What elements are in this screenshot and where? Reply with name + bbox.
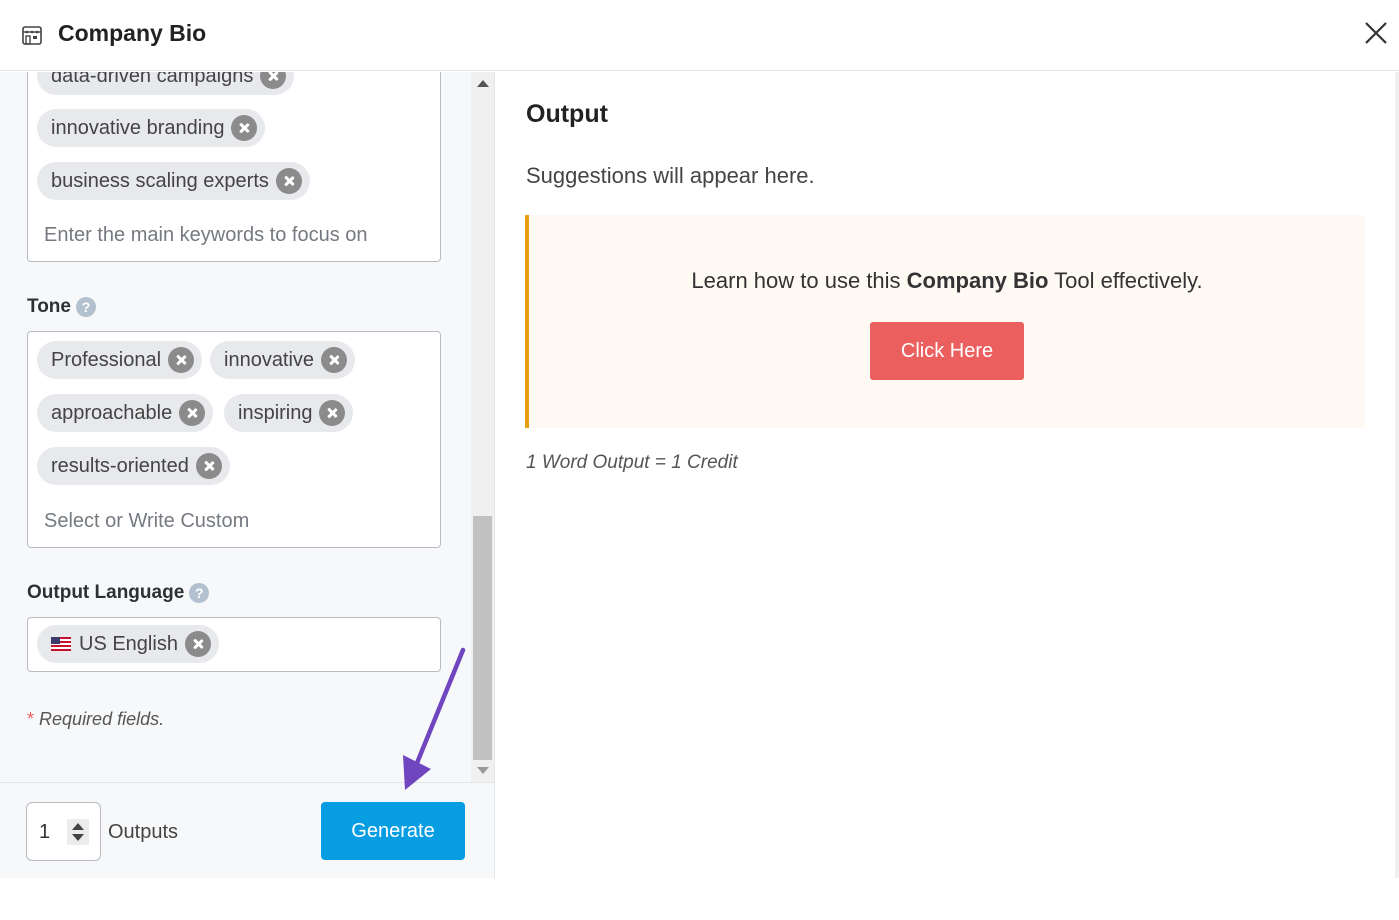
output-language-label: Output Language ?	[27, 582, 210, 604]
remove-tag-icon[interactable]	[321, 347, 348, 373]
form-scrollbar[interactable]	[471, 72, 494, 782]
tone-tag: Professional	[37, 341, 203, 379]
form-footer: 1 Outputs Generate	[0, 782, 495, 878]
remove-tag-icon[interactable]	[231, 115, 258, 141]
output-scrollbar[interactable]	[1395, 72, 1399, 878]
close-icon[interactable]	[1361, 18, 1391, 48]
form-scroll-area: data-driven campaigns innovative brandin…	[0, 72, 471, 782]
tone-placeholder: Select or Write Custom	[44, 510, 250, 532]
remove-tag-icon[interactable]	[184, 631, 211, 657]
scroll-down-arrow-icon[interactable]	[477, 767, 489, 774]
remove-tag-icon[interactable]	[275, 168, 302, 194]
store-icon	[22, 26, 42, 45]
remove-tag-icon[interactable]	[260, 72, 287, 89]
us-flag-icon	[51, 637, 71, 651]
modal-header: Company Bio	[0, 0, 1399, 71]
outputs-count-input[interactable]: 1	[26, 802, 101, 861]
tone-tag: approachable	[37, 394, 214, 432]
remove-tag-icon[interactable]	[179, 400, 206, 426]
tone-tag: inspiring	[224, 394, 354, 432]
required-fields-note: * Required fields.	[27, 709, 165, 729]
keywords-placeholder: Enter the main keywords to focus on	[44, 224, 368, 246]
output-title: Output	[526, 100, 608, 128]
language-tag: US English	[37, 625, 219, 663]
tone-input[interactable]: Professional innovative approachable ins…	[27, 331, 441, 548]
generate-button[interactable]: Generate	[321, 802, 465, 860]
remove-tag-icon[interactable]	[195, 453, 222, 479]
remove-tag-icon[interactable]	[319, 400, 346, 426]
output-language-select[interactable]: US English	[27, 617, 441, 672]
modal-title: Company Bio	[58, 20, 207, 46]
outputs-label: Outputs	[108, 821, 179, 843]
keywords-input[interactable]: data-driven campaigns innovative brandin…	[27, 72, 441, 262]
help-callout: Learn how to use this Company Bio Tool e…	[525, 215, 1365, 428]
number-spinner[interactable]	[67, 819, 89, 845]
output-placeholder-text: Suggestions will appear here.	[526, 163, 815, 188]
output-panel: Output Suggestions will appear here. Lea…	[496, 72, 1399, 878]
form-panel: data-driven campaigns innovative brandin…	[0, 72, 495, 782]
remove-tag-icon[interactable]	[168, 347, 195, 373]
tone-label: Tone ?	[27, 296, 96, 318]
keyword-tag: data-driven campaigns	[37, 72, 295, 95]
keyword-tag: business scaling experts	[37, 162, 310, 200]
click-here-button[interactable]: Click Here	[870, 322, 1024, 380]
tone-tag: results-oriented	[37, 447, 230, 485]
decrement-arrow-icon[interactable]	[72, 834, 84, 841]
keyword-tag: innovative branding	[37, 109, 266, 147]
credit-note: 1 Word Output = 1 Credit	[526, 452, 738, 473]
tone-tag: innovative	[210, 341, 356, 379]
scrollbar-thumb[interactable]	[473, 516, 492, 760]
bottom-strip	[0, 878, 1399, 920]
help-icon[interactable]: ?	[189, 583, 210, 603]
increment-arrow-icon[interactable]	[72, 823, 84, 830]
help-icon[interactable]: ?	[75, 297, 96, 317]
scroll-up-arrow-icon[interactable]	[477, 80, 489, 87]
callout-text: Learn how to use this Company Bio Tool e…	[691, 268, 1203, 293]
